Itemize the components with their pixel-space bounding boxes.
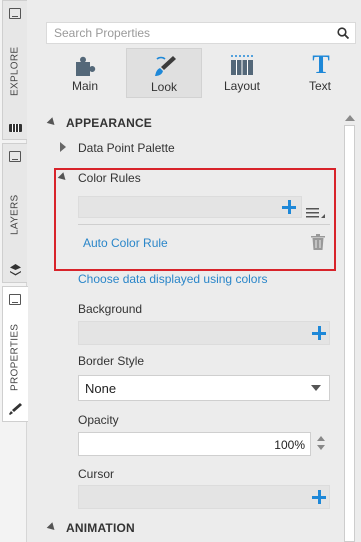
add-color-rule-icon[interactable] — [282, 200, 296, 214]
appearance-heading: APPEARANCE — [66, 116, 153, 130]
tab-text[interactable]: T Text — [282, 48, 358, 98]
tab-look[interactable]: Look — [126, 48, 202, 98]
animation-section-header[interactable]: ANIMATION — [46, 521, 135, 535]
tab-main-label: Main — [71, 79, 98, 93]
tab-look-label: Look — [150, 80, 178, 94]
tab-layers[interactable]: LAYERS — [2, 143, 27, 283]
window-icon — [9, 294, 21, 305]
color-rules-divider — [78, 224, 330, 225]
increment-icon[interactable] — [317, 436, 325, 441]
animation-heading: ANIMATION — [66, 521, 135, 535]
property-category-toolbar: Main Look Layout T Text — [40, 48, 361, 98]
tab-explore[interactable]: EXPLORE — [2, 0, 27, 140]
layers-icon — [10, 264, 21, 276]
chart-icon — [9, 124, 22, 132]
cursor-field[interactable] — [78, 485, 330, 509]
menu-icon[interactable] — [306, 207, 326, 219]
scrollbar-thumb[interactable] — [344, 125, 355, 542]
opacity-label: Opacity — [78, 413, 119, 427]
tab-layout[interactable]: Layout — [204, 48, 280, 98]
window-icon — [9, 151, 21, 162]
scroll-up-icon[interactable] — [345, 115, 355, 121]
border-style-label: Border Style — [78, 354, 145, 368]
scrollbar[interactable] — [341, 113, 358, 542]
tab-layout-label: Layout — [223, 79, 261, 93]
search-box — [46, 22, 356, 44]
tab-layers-label: LAYERS — [9, 194, 21, 236]
search-icon[interactable] — [337, 27, 349, 39]
collapse-icon — [46, 522, 58, 533]
window-icon — [9, 8, 21, 19]
choose-colors-link[interactable]: Choose data displayed using colors — [78, 272, 267, 286]
tab-explore-label: EXPLORE — [9, 46, 21, 96]
properties-panel: Main Look Layout T Text APPEARANCE Data … — [40, 14, 361, 542]
cursor-label: Cursor — [78, 467, 115, 481]
border-style-value: None — [85, 381, 117, 396]
search-input[interactable] — [47, 23, 317, 43]
puzzle-icon — [76, 56, 96, 76]
opacity-input[interactable]: 100% — [78, 432, 311, 456]
brush-icon — [155, 56, 176, 76]
tab-text-label: Text — [308, 79, 331, 93]
opacity-stepper[interactable] — [314, 433, 328, 455]
trash-icon[interactable] — [311, 234, 325, 250]
background-field[interactable] — [78, 321, 330, 345]
opacity-value: 100% — [274, 438, 305, 452]
text-icon: T — [312, 50, 330, 79]
color-rules-label[interactable]: Color Rules — [78, 171, 141, 185]
layout-icon — [231, 55, 253, 75]
tab-main[interactable]: Main — [47, 48, 123, 98]
appearance-section-header[interactable]: APPEARANCE — [46, 116, 153, 130]
add-background-icon[interactable] — [312, 326, 326, 340]
collapse-icon — [46, 117, 58, 128]
tab-properties[interactable]: PROPERTIES — [2, 286, 28, 422]
side-tab-strip: EXPLORE LAYERS PROPERTIES — [0, 0, 28, 542]
color-rules-list[interactable] — [78, 196, 302, 218]
border-style-select[interactable]: None — [78, 375, 330, 401]
auto-color-rule-link[interactable]: Auto Color Rule — [83, 236, 168, 250]
background-label: Background — [78, 302, 143, 316]
expand-icon[interactable] — [60, 142, 66, 152]
data-point-palette-label[interactable]: Data Point Palette — [78, 141, 175, 155]
tab-properties-label: PROPERTIES — [9, 323, 21, 391]
chevron-down-icon — [311, 385, 321, 391]
brush-icon — [9, 403, 22, 415]
add-cursor-icon[interactable] — [312, 490, 326, 504]
decrement-icon[interactable] — [317, 445, 325, 450]
